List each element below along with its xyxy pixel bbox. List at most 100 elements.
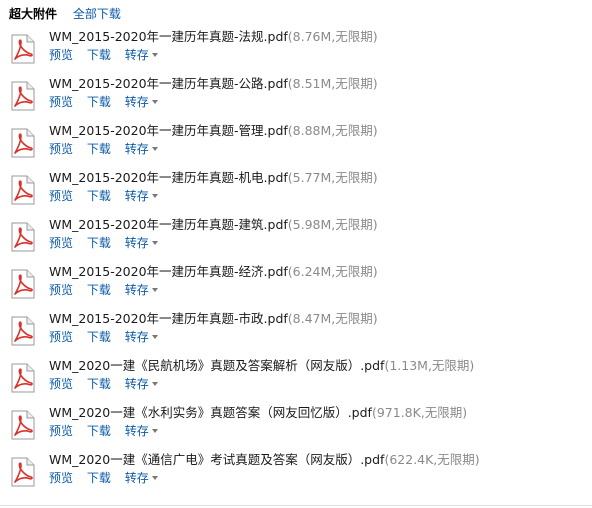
save-to-dropdown[interactable]: 转存 bbox=[125, 471, 158, 485]
pdf-file-icon[interactable] bbox=[11, 128, 35, 158]
file-name[interactable]: WM_2020一建《民航机场》真题及答案解析（网友版）.pdf bbox=[49, 358, 384, 373]
preview-link[interactable]: 预览 bbox=[49, 236, 73, 250]
file-meta: (6.24M,无限期) bbox=[287, 264, 378, 279]
attachment-actions: 预览 下载 转存 bbox=[49, 423, 158, 439]
attachment-actions: 预览 下载 转存 bbox=[49, 282, 158, 298]
preview-link[interactable]: 预览 bbox=[49, 142, 73, 156]
download-link[interactable]: 下载 bbox=[87, 95, 111, 109]
save-to-dropdown[interactable]: 转存 bbox=[125, 283, 158, 297]
attachment-item: WM_2020一建《民航机场》真题及答案解析（网友版）.pdf(1.13M,无限… bbox=[0, 353, 592, 400]
attachment-title-line: WM_2015-2020年一建历年真题-法规.pdf(8.76M,无限期) bbox=[49, 28, 378, 46]
download-link[interactable]: 下载 bbox=[87, 142, 111, 156]
download-link[interactable]: 下载 bbox=[87, 236, 111, 250]
attachment-actions: 预览 下载 转存 bbox=[49, 141, 158, 157]
download-link[interactable]: 下载 bbox=[87, 283, 111, 297]
attachment-actions: 预览 下载 转存 bbox=[49, 94, 158, 110]
save-to-label: 转存 bbox=[124, 424, 149, 438]
pdf-file-icon[interactable] bbox=[11, 410, 35, 440]
pdf-file-icon[interactable] bbox=[11, 175, 35, 205]
attachment-item: WM_2015-2020年一建历年真题-法规.pdf(8.76M,无限期) 预览… bbox=[0, 24, 592, 71]
file-meta: (971.8K,无限期) bbox=[371, 405, 468, 420]
preview-link[interactable]: 预览 bbox=[49, 283, 73, 297]
attachment-actions: 预览 下载 转存 bbox=[49, 188, 158, 204]
download-all-link[interactable]: 全部下载 bbox=[73, 7, 121, 21]
file-name[interactable]: WM_2015-2020年一建历年真题-市政.pdf bbox=[49, 311, 288, 326]
save-to-dropdown[interactable]: 转存 bbox=[125, 189, 158, 203]
file-meta: (8.76M,无限期) bbox=[287, 29, 378, 44]
preview-link[interactable]: 预览 bbox=[49, 189, 73, 203]
attachment-actions: 预览 下载 转存 bbox=[49, 235, 158, 251]
pdf-file-icon[interactable] bbox=[11, 81, 35, 111]
save-to-dropdown[interactable]: 转存 bbox=[125, 424, 158, 438]
save-to-label: 转存 bbox=[124, 330, 149, 344]
file-meta: (5.98M,无限期) bbox=[287, 217, 378, 232]
file-meta: (8.51M,无限期) bbox=[287, 76, 378, 91]
caret-down-icon bbox=[151, 240, 158, 245]
caret-down-icon bbox=[151, 52, 158, 57]
caret-down-icon bbox=[151, 146, 158, 151]
save-to-dropdown[interactable]: 转存 bbox=[125, 95, 158, 109]
attachment-item: WM_2015-2020年一建历年真题-公路.pdf(8.51M,无限期) 预览… bbox=[0, 71, 592, 118]
file-name[interactable]: WM_2015-2020年一建历年真题-机电.pdf bbox=[49, 170, 288, 185]
pdf-file-icon[interactable] bbox=[11, 269, 35, 299]
preview-link[interactable]: 预览 bbox=[49, 471, 73, 485]
file-name[interactable]: WM_2015-2020年一建历年真题-建筑.pdf bbox=[49, 217, 288, 232]
file-name[interactable]: WM_2020一建《通信广电》考试真题及答案（网友版）.pdf bbox=[49, 452, 384, 467]
file-meta: (8.47M,无限期) bbox=[287, 311, 378, 326]
save-to-label: 转存 bbox=[124, 377, 149, 391]
pdf-file-icon[interactable] bbox=[11, 316, 35, 346]
attachment-title-line: WM_2015-2020年一建历年真题-机电.pdf(5.77M,无限期) bbox=[49, 169, 378, 187]
attachments-header: 超大附件 全部下载 bbox=[9, 5, 121, 23]
preview-link[interactable]: 预览 bbox=[49, 48, 73, 62]
save-to-label: 转存 bbox=[124, 471, 149, 485]
attachment-item: WM_2015-2020年一建历年真题-机电.pdf(5.77M,无限期) 预览… bbox=[0, 165, 592, 212]
attachment-title-line: WM_2020一建《水利实务》真题答案（网友回忆版）.pdf(971.8K,无限… bbox=[49, 404, 467, 422]
attachment-item: WM_2015-2020年一建历年真题-建筑.pdf(5.98M,无限期) 预览… bbox=[0, 212, 592, 259]
preview-link[interactable]: 预览 bbox=[49, 377, 73, 391]
file-name[interactable]: WM_2020一建《水利实务》真题答案（网友回忆版）.pdf bbox=[49, 405, 372, 420]
attachment-title-line: WM_2020一建《通信广电》考试真题及答案（网友版）.pdf(622.4K,无… bbox=[49, 451, 480, 469]
attachment-actions: 预览 下载 转存 bbox=[49, 470, 158, 486]
save-to-dropdown[interactable]: 转存 bbox=[125, 377, 158, 391]
save-to-label: 转存 bbox=[124, 189, 149, 203]
preview-link[interactable]: 预览 bbox=[49, 424, 73, 438]
download-link[interactable]: 下载 bbox=[87, 424, 111, 438]
pdf-file-icon[interactable] bbox=[11, 363, 35, 393]
download-link[interactable]: 下载 bbox=[87, 48, 111, 62]
caret-down-icon bbox=[151, 193, 158, 198]
caret-down-icon bbox=[151, 99, 158, 104]
pdf-file-icon[interactable] bbox=[11, 457, 35, 487]
attachment-title-line: WM_2015-2020年一建历年真题-建筑.pdf(5.98M,无限期) bbox=[49, 216, 378, 234]
file-meta: (622.4K,无限期) bbox=[384, 452, 480, 467]
save-to-dropdown[interactable]: 转存 bbox=[125, 330, 158, 344]
attachment-actions: 预览 下载 转存 bbox=[49, 376, 158, 392]
file-name[interactable]: WM_2015-2020年一建历年真题-法规.pdf bbox=[49, 29, 288, 44]
caret-down-icon bbox=[151, 428, 158, 433]
attachment-title-line: WM_2015-2020年一建历年真题-市政.pdf(8.47M,无限期) bbox=[49, 310, 378, 328]
file-meta: (1.13M,无限期) bbox=[384, 358, 475, 373]
caret-down-icon bbox=[151, 475, 158, 480]
save-to-dropdown[interactable]: 转存 bbox=[125, 48, 158, 62]
file-meta: (8.88M,无限期) bbox=[287, 123, 378, 138]
download-link[interactable]: 下载 bbox=[87, 330, 111, 344]
attachment-item: WM_2020一建《水利实务》真题答案（网友回忆版）.pdf(971.8K,无限… bbox=[0, 400, 592, 447]
preview-link[interactable]: 预览 bbox=[49, 95, 73, 109]
file-name[interactable]: WM_2015-2020年一建历年真题-管理.pdf bbox=[49, 123, 288, 138]
attachment-title-line: WM_2015-2020年一建历年真题-管理.pdf(8.88M,无限期) bbox=[49, 122, 378, 140]
preview-link[interactable]: 预览 bbox=[49, 330, 73, 344]
save-to-dropdown[interactable]: 转存 bbox=[125, 236, 158, 250]
attachment-item: WM_2015-2020年一建历年真题-管理.pdf(8.88M,无限期) 预览… bbox=[0, 118, 592, 165]
download-link[interactable]: 下载 bbox=[87, 377, 111, 391]
attachment-item: WM_2015-2020年一建历年真题-市政.pdf(8.47M,无限期) 预览… bbox=[0, 306, 592, 353]
download-link[interactable]: 下载 bbox=[87, 189, 111, 203]
download-link[interactable]: 下载 bbox=[87, 471, 111, 485]
attachment-item: WM_2020一建《通信广电》考试真题及答案（网友版）.pdf(622.4K,无… bbox=[0, 447, 592, 494]
file-name[interactable]: WM_2015-2020年一建历年真题-公路.pdf bbox=[49, 76, 288, 91]
save-to-label: 转存 bbox=[124, 142, 149, 156]
attachment-actions: 预览 下载 转存 bbox=[49, 47, 158, 63]
save-to-label: 转存 bbox=[124, 236, 149, 250]
save-to-dropdown[interactable]: 转存 bbox=[125, 142, 158, 156]
pdf-file-icon[interactable] bbox=[11, 34, 35, 64]
file-name[interactable]: WM_2015-2020年一建历年真题-经济.pdf bbox=[49, 264, 288, 279]
pdf-file-icon[interactable] bbox=[11, 222, 35, 252]
